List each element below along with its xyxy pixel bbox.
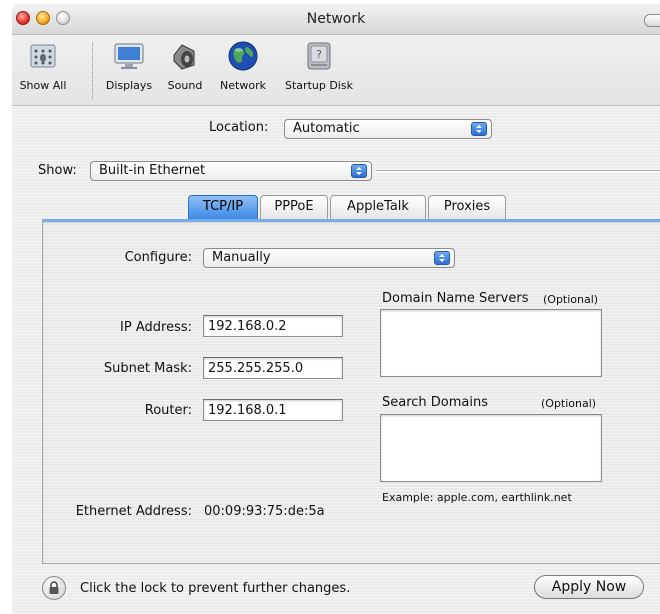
configure-popup[interactable]: Manually xyxy=(203,248,455,268)
ip-address-label: IP Address: xyxy=(120,320,192,335)
lock-message: Click the lock to prevent further change… xyxy=(80,581,351,596)
show-all-icon xyxy=(30,44,56,68)
tab-proxies[interactable]: Proxies xyxy=(428,195,506,219)
toolbar-label-network: Network xyxy=(220,79,266,92)
subnet-mask-field[interactable] xyxy=(203,357,343,379)
toolbar-label-show-all: Show All xyxy=(19,79,67,92)
toolbar-label-sound: Sound xyxy=(167,79,203,92)
location-value: Automatic xyxy=(293,121,360,136)
toolbar-separator xyxy=(92,43,93,99)
window-title: Network xyxy=(306,11,366,27)
globe-icon xyxy=(228,41,258,71)
toolbar: Show All Displays Sound Network ? Startu… xyxy=(12,35,660,106)
configure-value: Manually xyxy=(212,250,271,265)
show-popup[interactable]: Built-in Ethernet xyxy=(90,161,372,181)
apply-now-button[interactable]: Apply Now xyxy=(534,575,644,599)
show-value: Built-in Ethernet xyxy=(99,163,206,178)
search-domains-optional-label: (Optional) xyxy=(541,397,597,410)
configure-label: Configure: xyxy=(124,250,192,265)
dns-servers-field[interactable] xyxy=(380,309,602,377)
dns-optional-label: (Optional) xyxy=(543,293,599,306)
search-domains-field[interactable] xyxy=(380,414,602,482)
lock-icon xyxy=(49,581,59,594)
toolbar-toggle-button[interactable] xyxy=(644,14,660,27)
tab-pppoe[interactable]: PPPoE xyxy=(260,195,328,219)
divider-line xyxy=(376,170,660,172)
toolbar-label-startup-disk: Startup Disk xyxy=(285,79,353,92)
toolbar-startup-disk[interactable]: ? Startup Disk xyxy=(280,39,358,92)
toolbar-show-all[interactable]: Show All xyxy=(12,39,74,92)
tab-tcpip[interactable]: TCP/IP xyxy=(188,195,258,219)
router-field[interactable] xyxy=(203,399,343,421)
toolbar-sound[interactable]: Sound xyxy=(160,39,210,92)
location-label: Location: xyxy=(209,120,269,135)
popup-arrows-icon xyxy=(471,122,487,136)
subnet-mask-label: Subnet Mask: xyxy=(103,361,192,376)
popup-arrows-icon xyxy=(351,164,367,178)
ethernet-address-value: 00:09:93:75:de:5a xyxy=(204,504,325,519)
display-icon xyxy=(114,43,144,69)
title-bar: Network xyxy=(12,4,660,35)
toolbar-label-displays: Displays xyxy=(105,79,153,92)
toolbar-network[interactable]: Network xyxy=(212,39,274,92)
popup-arrows-icon xyxy=(434,251,450,265)
dns-label: Domain Name Servers xyxy=(382,291,529,306)
speaker-icon xyxy=(173,44,195,70)
toolbar-displays[interactable]: Displays xyxy=(102,39,156,92)
search-domains-label: Search Domains xyxy=(382,395,489,410)
disk-icon: ? xyxy=(307,42,331,70)
lock-button[interactable] xyxy=(42,576,66,600)
search-domains-example: Example: apple.com, earthlink.net xyxy=(382,491,572,504)
show-label: Show: xyxy=(38,163,77,178)
ip-address-field[interactable] xyxy=(203,315,343,337)
network-window: Network Show All Displays Sound Network … xyxy=(12,4,660,614)
ethernet-address-label: Ethernet Address: xyxy=(75,504,192,519)
svg-text:?: ? xyxy=(316,48,322,61)
location-popup[interactable]: Automatic xyxy=(284,119,492,139)
tab-appletalk[interactable]: AppleTalk xyxy=(330,195,426,219)
router-label: Router: xyxy=(144,403,192,418)
